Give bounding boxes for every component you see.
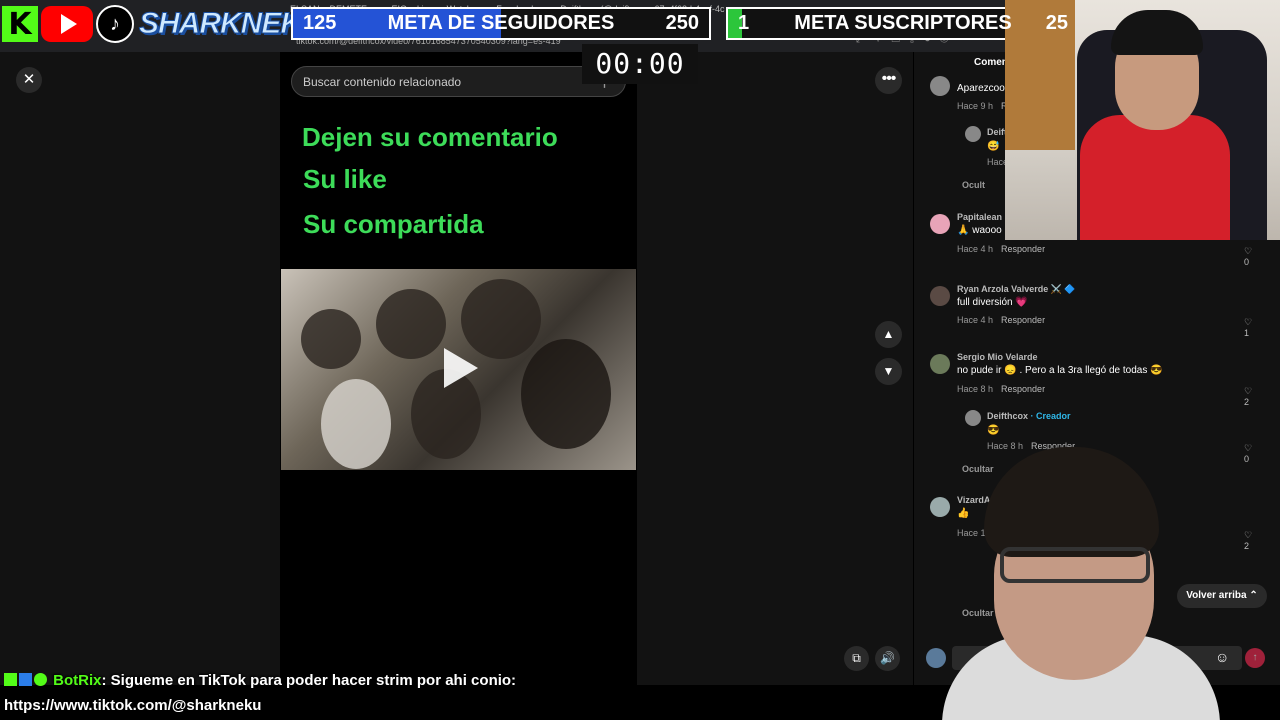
comment-text: 😅 (987, 141, 1000, 152)
kick-badge-icon (4, 673, 17, 686)
follower-goal-bar: 125 META DE SEGUIDORES 250 (291, 7, 711, 40)
avatar[interactable] (930, 214, 950, 234)
verified-icon (34, 673, 47, 686)
like-button[interactable]: ♡ 1 (1244, 317, 1252, 338)
hide-replies-link[interactable]: Ocult (962, 180, 985, 190)
comment-meta: Hace 8 h Responder (957, 384, 1046, 394)
webcam-top (1005, 0, 1280, 240)
comment-author[interactable]: Ryan Arzola Valverde ⚔️ 🔷 (957, 284, 1076, 295)
follower-goal-title: META DE SEGUIDORES (387, 12, 615, 34)
avatar[interactable] (930, 76, 950, 96)
comment-text: 😎 (987, 425, 1000, 436)
reply-button[interactable]: Responder (1001, 384, 1045, 394)
chevron-up-icon[interactable]: ▲ (875, 321, 902, 348)
volume-icon[interactable]: 🔊 (875, 646, 900, 671)
reply-button[interactable]: Responder (1001, 244, 1045, 254)
video-backdrop-right (637, 52, 913, 685)
chevron-down-icon[interactable]: ▼ (875, 358, 902, 385)
webcam-bottom (942, 445, 1220, 720)
avatar[interactable] (930, 354, 950, 374)
like-button[interactable]: ♡ 0 (1244, 246, 1252, 267)
creator-badge: · Creador (1030, 411, 1071, 421)
subscriber-goal-title: META SUSCRIPTORES (794, 12, 1012, 34)
avatar[interactable] (965, 410, 981, 426)
video-backdrop-left (0, 52, 280, 685)
kick-logo-icon: K (2, 6, 38, 42)
tab-comments[interactable]: Comen (974, 57, 1008, 68)
comment-meta: Hace 4 h Responder (957, 244, 1046, 254)
search-input[interactable] (291, 66, 626, 97)
close-icon[interactable]: ✕ (16, 67, 42, 93)
like-button[interactable]: ♡ 2 (1244, 386, 1252, 407)
chat-message: BotRix: Sigueme en TikTok para poder hac… (4, 672, 516, 689)
like-button[interactable]: ♡ 2 (1244, 530, 1252, 551)
comment-text: no pude ir 😞 . Pero a la 3ra llegó de to… (957, 365, 1163, 376)
follower-goal-target: 250 (665, 12, 699, 34)
comment-meta: Hace 9 hR (957, 101, 1008, 111)
comment-author[interactable]: Aparezcoo (957, 83, 1005, 94)
comment-text: 🙏 waooo (957, 225, 1002, 236)
chat-link: https://www.tiktok.com/@sharkneku (4, 697, 262, 714)
avatar[interactable] (965, 126, 981, 142)
comment-text: full diversión 💗 (957, 297, 1028, 308)
youtube-logo-icon (41, 6, 93, 42)
like-button[interactable]: ♡ 0 (1244, 443, 1252, 464)
comment-meta: Hace 4 h Responder (957, 315, 1046, 325)
play-icon[interactable] (444, 348, 478, 388)
video-caption-line: Dejen su comentario (302, 122, 558, 152)
picture-in-picture-icon[interactable]: ⧉ (844, 646, 869, 671)
chat-text: : Sigueme en TikTok para poder hacer str… (101, 672, 517, 689)
more-options-icon[interactable]: ••• (875, 67, 902, 94)
video-caption-line: Su compartida (303, 209, 484, 239)
send-icon[interactable]: ↑ (1245, 648, 1265, 668)
reply-button[interactable]: Responder (1001, 315, 1045, 325)
bot-badge-icon (19, 673, 32, 686)
comment-author[interactable]: Deifthcox · Creador (987, 411, 1071, 421)
stream-brand: K ♪ SHARKNEKU (2, 2, 323, 46)
avatar[interactable] (930, 286, 950, 306)
tiktok-logo-icon: ♪ (96, 5, 134, 43)
video-caption-line: Su like (303, 164, 387, 194)
comment-author[interactable]: Papitalean (957, 212, 1002, 222)
chat-username: BotRix (53, 672, 102, 689)
subscriber-goal-target: 25 (1045, 12, 1068, 34)
stream-timer: 00:00 (582, 44, 698, 84)
comment-author[interactable]: Sergio Mio Velarde (957, 352, 1038, 362)
